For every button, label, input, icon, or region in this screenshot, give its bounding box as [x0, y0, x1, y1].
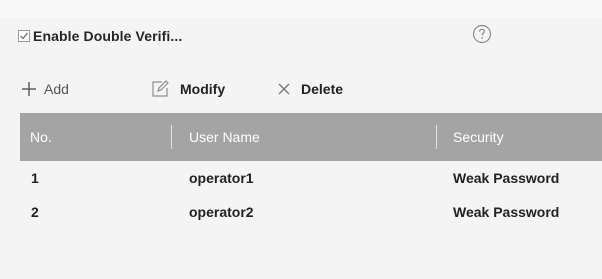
column-header-no[interactable]: No.	[30, 113, 52, 161]
cell-security: Weak Password	[453, 204, 560, 220]
toolbar: Add Modify Delete	[0, 78, 602, 100]
close-icon	[278, 83, 290, 95]
checkmark-icon	[20, 32, 29, 40]
table-header: No. User Name Security	[20, 113, 602, 161]
enable-double-verification-checkbox[interactable]	[18, 30, 30, 42]
table-row[interactable]: 2 operator2 Weak Password	[20, 195, 602, 229]
column-divider[interactable]	[436, 125, 437, 149]
modify-button-label: Modify	[180, 81, 226, 97]
cell-user-name: operator1	[189, 170, 254, 186]
plus-icon	[22, 82, 36, 96]
top-band	[0, 0, 602, 18]
add-button[interactable]: Add	[20, 78, 69, 100]
delete-button[interactable]: Delete	[277, 78, 343, 100]
modify-button[interactable]: Modify	[150, 78, 225, 100]
column-divider[interactable]	[171, 125, 172, 149]
cell-security: Weak Password	[453, 170, 560, 186]
table-row[interactable]: 1 operator1 Weak Password	[20, 161, 602, 195]
question-circle-icon[interactable]	[472, 24, 492, 44]
enable-double-verification-label: Enable Double Verifi...	[33, 28, 183, 44]
user-table: No. User Name Security 1 operator1 Weak …	[20, 113, 602, 229]
cell-no: 2	[31, 204, 39, 220]
column-header-security[interactable]: Security	[453, 113, 504, 161]
enable-double-verification[interactable]: Enable Double Verifi...	[18, 28, 182, 44]
edit-icon	[152, 80, 169, 97]
cell-no: 1	[31, 170, 39, 186]
column-header-user-name[interactable]: User Name	[189, 113, 260, 161]
delete-button-label: Delete	[301, 81, 344, 97]
cell-user-name: operator2	[189, 204, 254, 220]
add-button-label: Add	[44, 81, 69, 97]
